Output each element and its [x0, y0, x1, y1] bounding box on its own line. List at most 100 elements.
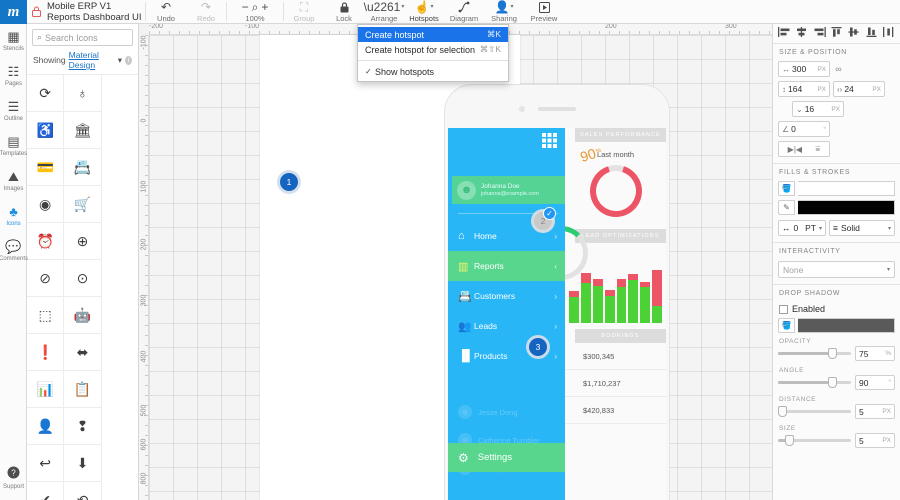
checkbox[interactable]: [779, 304, 788, 314]
menu-item-leads[interactable]: 👥 Leads ›: [448, 311, 565, 341]
hotspots-button[interactable]: ☝ ▾ Hotspots: [404, 0, 444, 23]
table-row[interactable]: $300,345: [565, 343, 666, 370]
hotspot-badge-3[interactable]: 3: [529, 338, 547, 356]
assessment-icon[interactable]: 📊: [27, 371, 65, 408]
accessible-icon[interactable]: ♿: [27, 112, 65, 149]
add-shopping-cart-icon[interactable]: 🛒: [64, 186, 102, 223]
paint-bucket-icon[interactable]: 🪣: [778, 318, 795, 333]
menu-item-reports[interactable]: ▥ Reports ‹: [448, 251, 565, 281]
assignment-turned-in-icon[interactable]: ✔: [27, 482, 65, 500]
group-button[interactable]: ⛶ Group: [284, 0, 324, 23]
accessibility-icon[interactable]: ♁: [64, 75, 102, 112]
library-selector[interactable]: Showing Material Design ▾ i: [27, 49, 138, 74]
distance-slider[interactable]: [778, 406, 851, 417]
align-bottom-icon[interactable]: [862, 27, 879, 40]
assignment-return-icon[interactable]: ↩: [27, 445, 65, 482]
width-input[interactable]: ↔ 300 PX: [778, 61, 830, 77]
apps-grid-icon[interactable]: [542, 133, 557, 151]
assignment-icon[interactable]: 📋: [64, 371, 102, 408]
opacity-input[interactable]: 75 %: [855, 346, 895, 361]
angle-input[interactable]: 90 °: [855, 375, 895, 390]
3d-rotation-icon[interactable]: ⟳: [27, 75, 65, 112]
assignment-late-icon[interactable]: ❢: [64, 408, 102, 445]
menu-item-products[interactable]: ▐▌ Products ›: [448, 341, 565, 371]
pen-icon[interactable]: ✎: [778, 200, 795, 215]
align-left-icon[interactable]: [776, 27, 793, 40]
account-balance-icon[interactable]: 🏛: [64, 112, 102, 149]
alarm-off-icon[interactable]: ⊘: [27, 260, 65, 297]
chevron-down-icon[interactable]: ▾: [888, 225, 891, 232]
rail-item-pages[interactable]: ☷ Pages: [0, 59, 27, 94]
table-row[interactable]: $420,833: [565, 397, 666, 424]
autorenew-icon[interactable]: ⟲: [64, 482, 102, 500]
sharing-button[interactable]: 👤 ▾ Sharing: [484, 0, 524, 23]
zoom-control[interactable]: − ⌕ + 100%: [227, 0, 283, 23]
alarm-icon[interactable]: ⏰: [27, 223, 65, 260]
stroke-width-input[interactable]: ↔ 0 PT ▾: [778, 220, 826, 236]
rail-item-comments[interactable]: 💬 Comments: [0, 234, 28, 269]
stroke-color-swatch[interactable]: [798, 200, 895, 215]
menu-item-show-hotspots[interactable]: ✓ Show hotspots: [358, 64, 508, 79]
y-input[interactable]: ⌄ 16 PX: [792, 101, 844, 117]
distribute-icon[interactable]: [880, 27, 897, 40]
arrange-button[interactable]: \u2261 ▾ Arrange: [364, 0, 405, 23]
chevron-down-icon[interactable]: ▾: [887, 266, 890, 273]
size-slider[interactable]: [778, 435, 851, 446]
canvas-grid[interactable]: SALES PERFORMANCE Last month 90% LEAD OP…: [149, 35, 772, 500]
align-center-horizontal-icon[interactable]: [793, 27, 810, 40]
align-top-icon[interactable]: [828, 27, 845, 40]
size-input[interactable]: 5 PX: [855, 433, 895, 448]
align-middle-icon[interactable]: [845, 27, 862, 40]
fill-color-swatch[interactable]: [798, 181, 895, 196]
rail-item-images[interactable]: ⛰ Images: [0, 164, 27, 199]
library-link[interactable]: Material Design: [69, 50, 115, 70]
menu-item-customers[interactable]: 📇 Customers ›: [448, 281, 565, 311]
announcement-icon[interactable]: ❗: [27, 334, 65, 371]
preview-button[interactable]: Preview: [524, 0, 564, 23]
adb-icon[interactable]: ⬚: [27, 297, 65, 334]
redo-button[interactable]: ↷ Redo: [186, 0, 226, 23]
drawer-profile[interactable]: ☻ Johanna Doe johanna@example.com: [452, 176, 565, 204]
chevron-down-icon[interactable]: ▾: [819, 225, 822, 232]
rail-item-stencils[interactable]: ▦ Stencils: [0, 24, 27, 59]
lock-icon[interactable]: [27, 0, 45, 23]
distance-input[interactable]: 5 PX: [855, 404, 895, 419]
height-input[interactable]: ↕ 164 PX: [778, 81, 830, 97]
x-input[interactable]: ‹› 24 PX: [833, 81, 885, 97]
menu-item-create-hotspot[interactable]: Create hotspot ⌘K: [358, 27, 508, 42]
diagram-button[interactable]: Diagram: [444, 0, 484, 23]
rail-item-outline[interactable]: ☰ Outline: [0, 94, 27, 129]
table-row[interactable]: $1,710,237: [565, 370, 666, 397]
android-icon[interactable]: 🤖: [64, 297, 102, 334]
align-right-icon[interactable]: [811, 27, 828, 40]
chevron-down-icon[interactable]: ▾: [118, 55, 122, 66]
assignment-ind-icon[interactable]: 👤: [27, 408, 65, 445]
zoom-out-icon[interactable]: −: [242, 1, 249, 14]
info-icon[interactable]: i: [124, 55, 132, 65]
flip-vertical-icon[interactable]: ⩸: [815, 144, 820, 154]
support-button[interactable]: ? Support: [0, 461, 27, 496]
link-dimensions-icon[interactable]: ∞: [833, 64, 844, 74]
menu-item-settings[interactable]: ⚙ Settings: [448, 443, 565, 472]
rail-item-templates[interactable]: ▤ Templates: [0, 129, 27, 164]
drop-shadow-enabled-row[interactable]: Enabled: [773, 300, 900, 316]
opacity-slider[interactable]: [778, 348, 851, 359]
account-box-icon[interactable]: 📇: [64, 149, 102, 186]
zoom-in-icon[interactable]: +: [261, 1, 268, 14]
phone-mockup[interactable]: SALES PERFORMANCE Last month 90% LEAD OP…: [444, 84, 670, 500]
lock-button[interactable]: Lock: [324, 0, 364, 23]
account-circle-icon[interactable]: ◉: [27, 186, 65, 223]
canvas-area[interactable]: -200-1000100200300 -10001002003004005006…: [139, 24, 772, 500]
aspect-ratio-icon[interactable]: ⬌: [64, 334, 102, 371]
angle-slider[interactable]: [778, 377, 851, 388]
drop-shadow-color-swatch[interactable]: [798, 318, 895, 333]
rotation-input[interactable]: ∠ 0 °: [778, 121, 830, 137]
paint-bucket-icon[interactable]: 🪣: [778, 181, 795, 196]
stroke-style-select[interactable]: ≡ Solid ▾: [829, 220, 895, 236]
alarm-on-icon[interactable]: ⊙: [64, 260, 102, 297]
flip-horizontal-icon[interactable]: ▶|◀: [788, 145, 802, 154]
assignment-returned-icon[interactable]: ⬇: [64, 445, 102, 482]
account-balance-wallet-icon[interactable]: 💳: [27, 149, 65, 186]
document-title[interactable]: Mobile ERP V1 Reports Dashboard UI: [45, 0, 145, 23]
app-logo[interactable]: m: [0, 0, 27, 24]
